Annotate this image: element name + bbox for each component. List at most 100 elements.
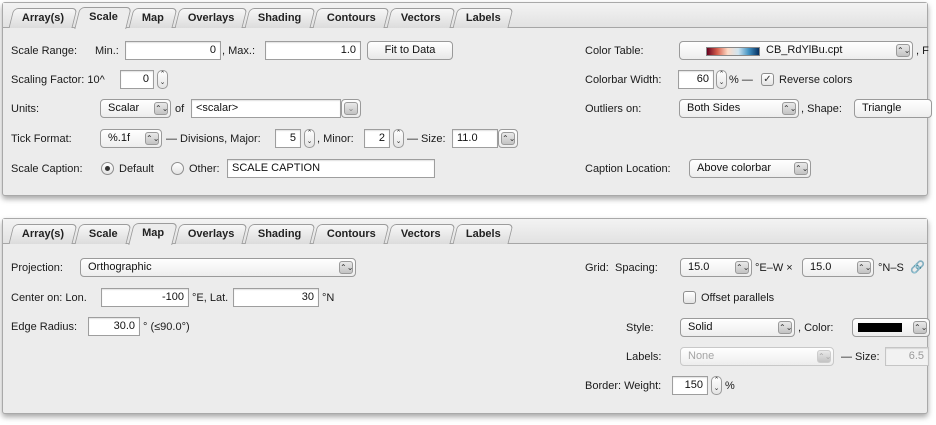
grid-label: Grid:: [585, 262, 609, 274]
chevron-updown-icon: ⌃⌄: [782, 102, 797, 115]
scaling-factor-label: Scaling Factor: 10^: [11, 74, 105, 86]
outliers-value: Both Sides: [687, 102, 741, 114]
labels-label: Labels:: [626, 351, 662, 363]
color-table-select[interactable]: CB_RdYlBu.cpt ⌃⌄: [679, 41, 913, 60]
spacing-ns-select[interactable]: 15.0 ⌃⌄: [802, 258, 874, 277]
spacing-ew-select[interactable]: 15.0 ⌃⌄: [680, 258, 752, 277]
style-select[interactable]: Solid ⌃⌄: [680, 318, 795, 337]
tab-scale[interactable]: Scale: [74, 7, 132, 29]
size-dropdown[interactable]: ⌃⌄: [498, 129, 518, 148]
caption-field[interactable]: SCALE CAPTION: [227, 159, 435, 178]
border-weight-stepper[interactable]: ⌃ ⌄: [711, 376, 722, 395]
ns-label: °N–S: [878, 262, 904, 274]
tab-map[interactable]: Map: [128, 8, 178, 28]
projection-value: Orthographic: [88, 261, 152, 273]
tab-overlays[interactable]: Overlays: [174, 224, 248, 244]
default-label: Default: [119, 163, 154, 175]
units-label: Units:: [11, 103, 40, 115]
caption-location-label: Caption Location:: [585, 163, 671, 175]
scale-panel: Array(s) Scale Map Overlays Shading Cont…: [2, 2, 932, 196]
tab-shading[interactable]: Shading: [244, 224, 316, 244]
labels-select[interactable]: None ⌃⌄: [680, 347, 834, 366]
chevron-updown-icon: ⌃⌄: [339, 261, 354, 274]
tab-vectors[interactable]: Vectors: [386, 8, 456, 28]
tab-scale[interactable]: Scale: [74, 224, 132, 244]
of-label: of: [175, 103, 185, 115]
scaling-factor-field[interactable]: 0: [120, 70, 154, 89]
caption-location-select[interactable]: Above colorbar ⌃⌄: [689, 159, 811, 178]
fit-to-data-button[interactable]: Fit to Data: [367, 41, 453, 60]
chevron-updown-icon: ⌃⌄: [896, 44, 911, 57]
spacing-label: Spacing:: [615, 262, 658, 274]
color-table-label: Color Table:: [585, 45, 644, 57]
map-panel: Array(s) Scale Map Overlays Shading Cont…: [2, 218, 930, 414]
units-of-field[interactable]: <scalar>: [191, 99, 341, 118]
tick-format-label: Tick Format:: [11, 133, 72, 145]
color-table-suffix: , F: [916, 45, 929, 57]
link-icon[interactable]: 🔗: [910, 260, 925, 274]
reverse-colors-checkbox[interactable]: ✓: [761, 73, 774, 86]
offset-parallels-checkbox[interactable]: [683, 291, 696, 304]
offset-parallels-label: Offset parallels: [701, 292, 775, 304]
tab-bar: Array(s) Scale Map Overlays Shading Cont…: [3, 3, 927, 29]
outliers-select[interactable]: Both Sides ⌃⌄: [679, 99, 799, 118]
tab-shading[interactable]: Shading: [244, 8, 316, 28]
lat-field[interactable]: 30: [233, 288, 319, 307]
shape-value: Triangle: [862, 102, 902, 114]
tab-arrays[interactable]: Array(s): [8, 8, 78, 28]
size-field[interactable]: 11.0: [452, 129, 498, 148]
tick-format-value: %.1f: [108, 132, 131, 144]
chevron-updown-icon: ⌃⌄: [145, 132, 160, 145]
outliers-label: Outliers on:: [585, 103, 642, 115]
scaling-factor-stepper[interactable]: ⌃ ⌄: [157, 70, 168, 89]
ew-label: °E–W ×: [755, 262, 793, 274]
chevron-updown-icon: ⌃⌄: [778, 321, 793, 334]
tab-contours[interactable]: Contours: [312, 224, 390, 244]
spacing-ns-value: 15.0: [810, 261, 832, 273]
colorbar-width-unit: % —: [729, 74, 753, 86]
style-label: Style:: [626, 322, 654, 334]
label-size-label: — Size:: [841, 351, 880, 363]
border-weight-field[interactable]: 150: [672, 376, 708, 395]
minor-divisions-field[interactable]: 2: [364, 129, 390, 148]
spacing-ew-value: 15.0: [688, 261, 710, 273]
size-label: — Size:: [407, 133, 446, 145]
max-field[interactable]: 1.0: [265, 41, 361, 60]
colorbar-width-field[interactable]: 60: [678, 70, 714, 89]
minor-divisions-stepper[interactable]: ⌃ ⌄: [393, 129, 404, 148]
units-of-dropdown[interactable]: ⌄: [341, 99, 361, 118]
shape-select[interactable]: Triangle: [854, 99, 932, 118]
center-lon-label: Center on: Lon.: [11, 292, 87, 304]
min-field[interactable]: 0: [125, 41, 221, 60]
projection-label: Projection:: [11, 262, 63, 274]
chevron-updown-icon: ⌃⌄: [735, 261, 750, 274]
major-divisions-field[interactable]: 5: [275, 129, 301, 148]
edge-radius-field[interactable]: 30.0: [88, 317, 140, 336]
units-select[interactable]: Scalar ⌃⌄: [100, 99, 171, 118]
label-size-field[interactable]: 6.5: [885, 347, 929, 366]
tab-labels[interactable]: Labels: [452, 224, 514, 244]
tab-contours[interactable]: Contours: [312, 8, 390, 28]
other-caption-radio[interactable]: [171, 162, 184, 175]
border-weight-unit: %: [725, 380, 735, 392]
projection-select[interactable]: Orthographic ⌃⌄: [80, 258, 356, 277]
shape-label: , Shape:: [801, 103, 842, 115]
grid-color-select[interactable]: ⌃⌄: [852, 318, 930, 337]
tab-arrays[interactable]: Array(s): [8, 224, 78, 244]
tab-map[interactable]: Map: [128, 223, 178, 245]
tab-overlays[interactable]: Overlays: [174, 8, 248, 28]
tab-labels[interactable]: Labels: [452, 8, 514, 28]
tab-vectors[interactable]: Vectors: [386, 224, 456, 244]
colorbar-width-stepper[interactable]: ⌃ ⌄: [716, 70, 727, 89]
default-caption-radio[interactable]: [101, 162, 114, 175]
border-weight-label: Border: Weight:: [585, 380, 662, 392]
style-value: Solid: [688, 321, 713, 333]
lon-unit: °E, Lat.: [192, 292, 229, 304]
lon-field[interactable]: -100: [101, 288, 189, 307]
tick-format-select[interactable]: %.1f ⌃⌄: [100, 129, 162, 148]
colormap-swatch: [706, 47, 760, 56]
chevron-updown-icon: ⌃⌄: [794, 162, 809, 175]
major-divisions-stepper[interactable]: ⌃ ⌄: [304, 129, 315, 148]
chevron-updown-icon: ⌃⌄: [501, 132, 516, 145]
reverse-colors-label: Reverse colors: [779, 74, 853, 86]
